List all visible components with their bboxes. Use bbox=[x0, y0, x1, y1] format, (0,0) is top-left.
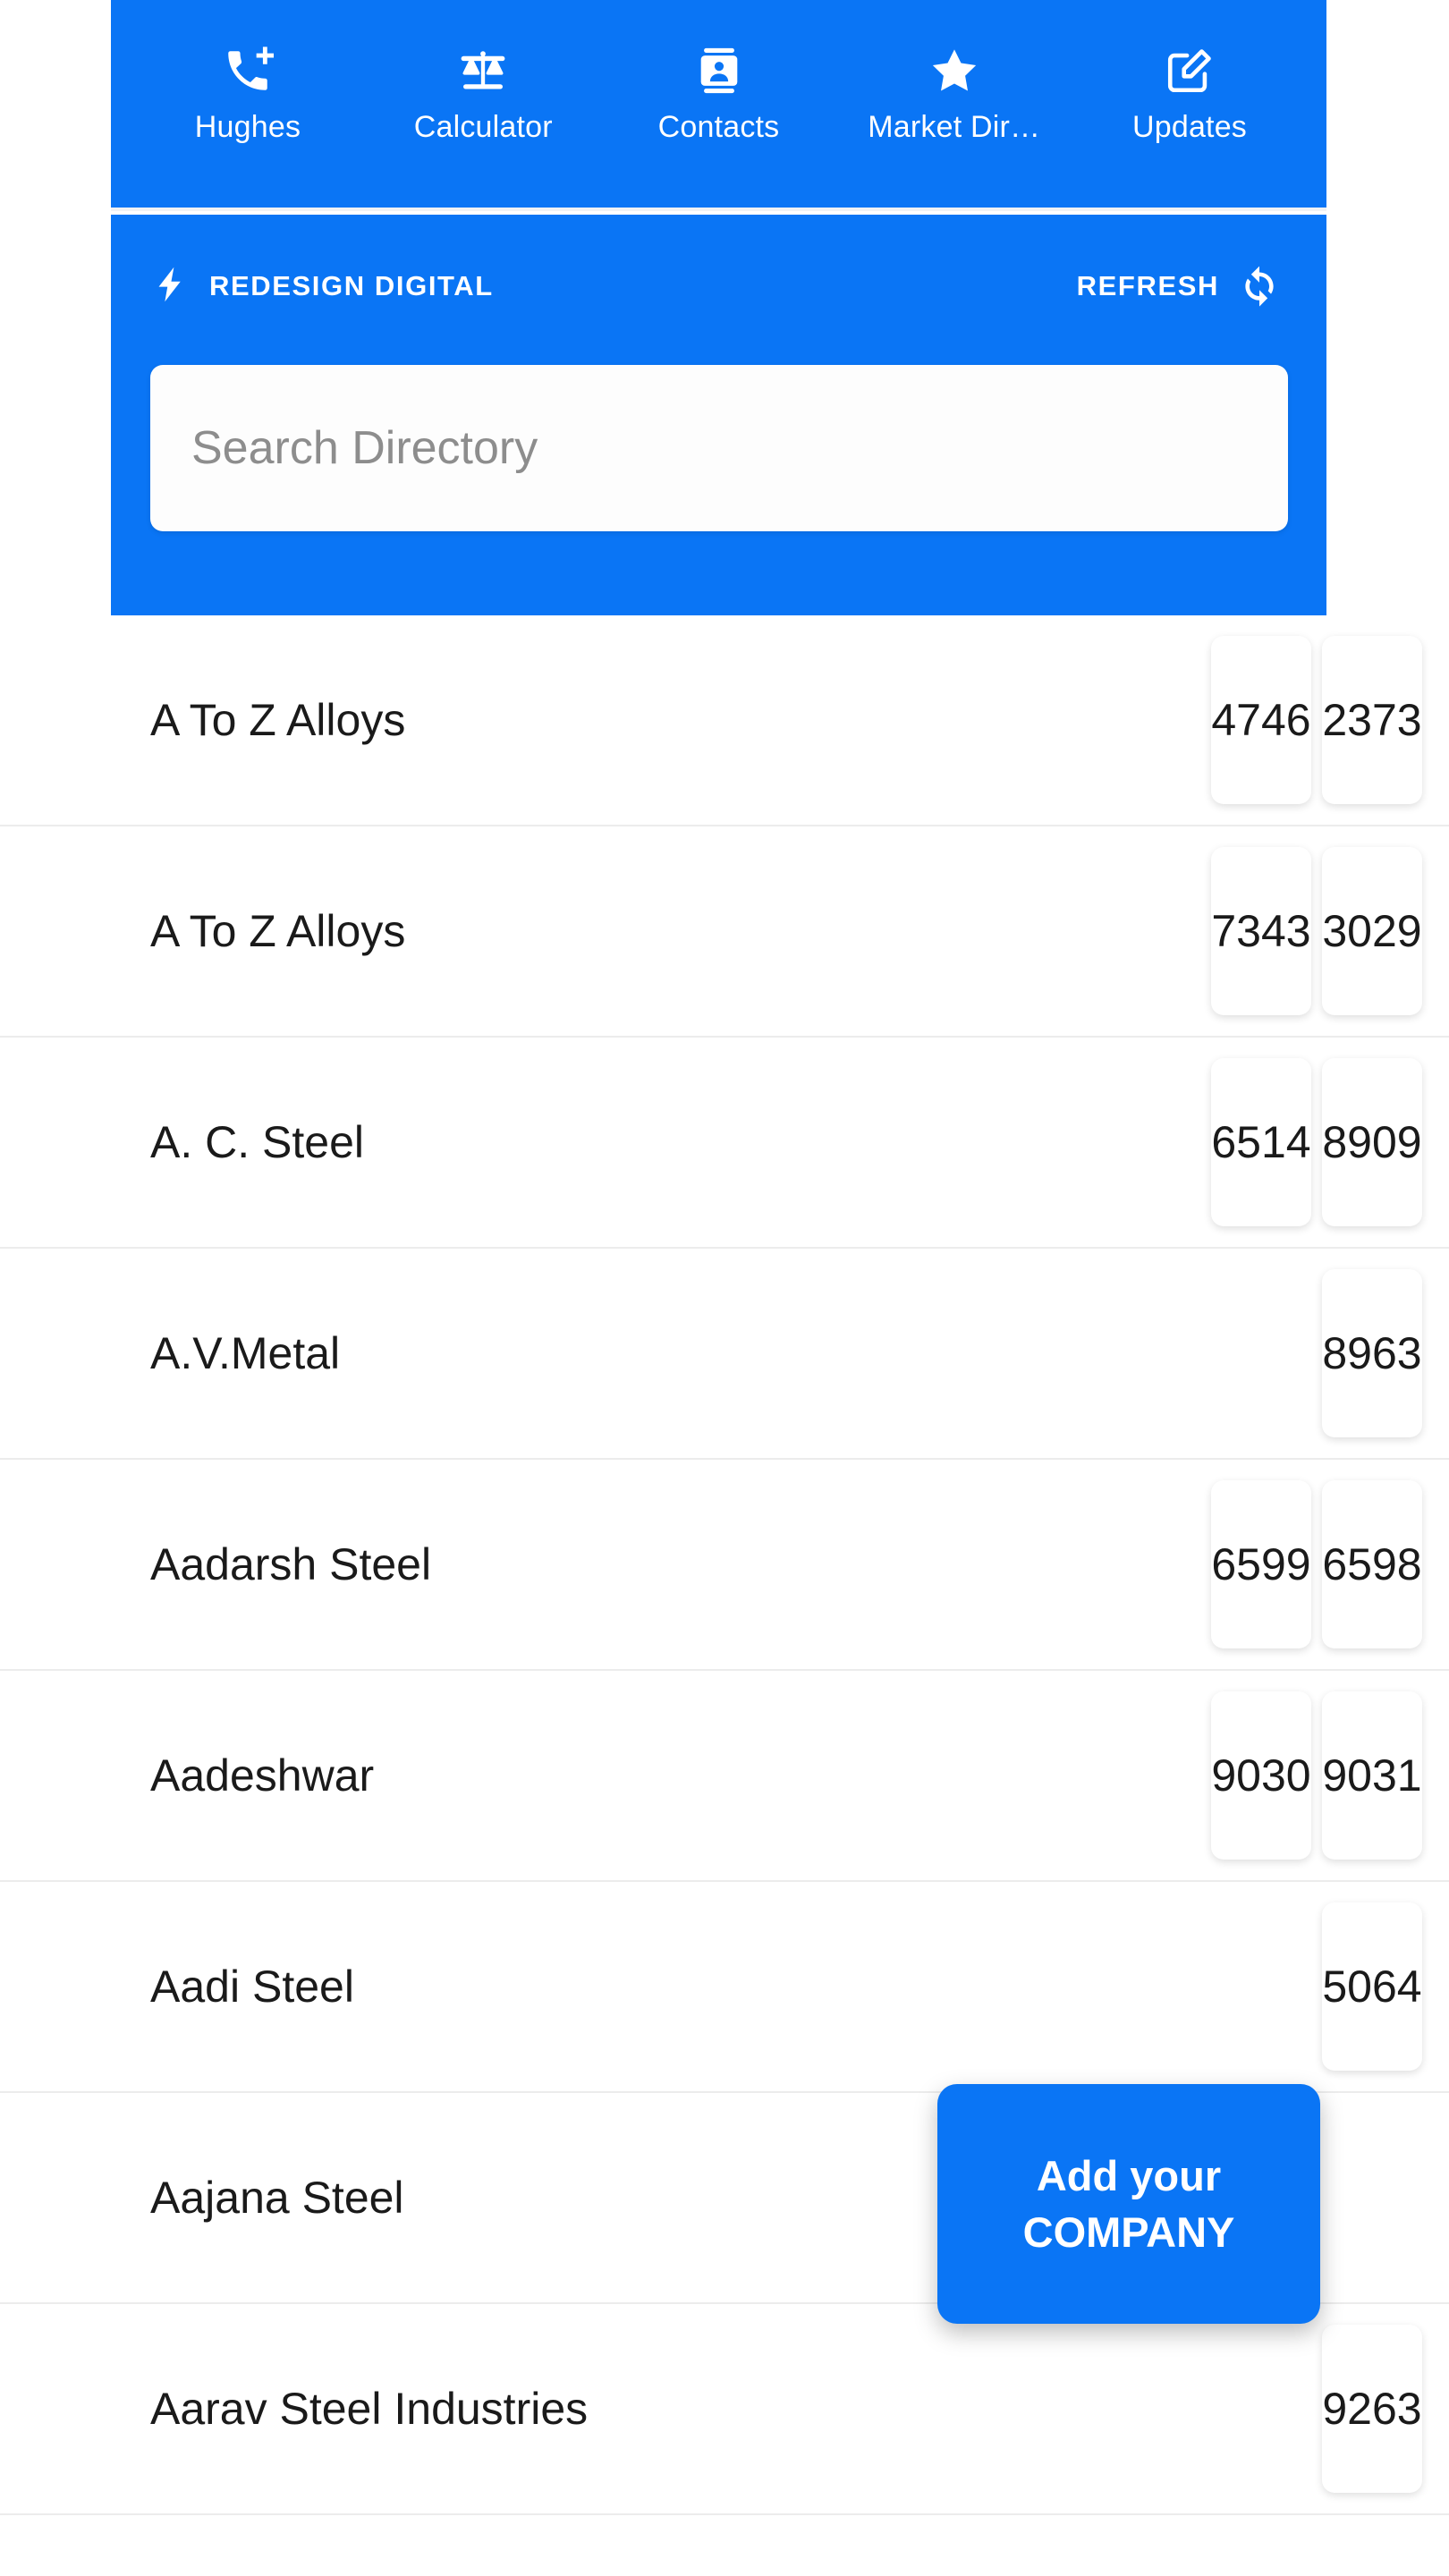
sync-refresh-icon bbox=[1237, 262, 1282, 311]
company-name: A. C. Steel bbox=[150, 1117, 364, 1167]
phone-chip[interactable]: 7343 bbox=[1211, 847, 1311, 1015]
nav-item-market-directory[interactable]: Market Dir… bbox=[837, 43, 1072, 144]
lightning-bolt-icon bbox=[150, 263, 190, 310]
phone-chip[interactable]: 6598 bbox=[1322, 1480, 1422, 1648]
refresh-label: REFRESH bbox=[1076, 270, 1219, 301]
chip-spacer bbox=[1211, 1269, 1311, 1437]
phone-chip[interactable]: 5064 bbox=[1322, 1902, 1422, 2071]
nav-item-hughes[interactable]: Hughes bbox=[131, 43, 365, 144]
phone-chip[interactable]: 9031 bbox=[1322, 1691, 1422, 1860]
add-company-line-1: Add your bbox=[1036, 2151, 1222, 2199]
phone-chip[interactable]: 3029 bbox=[1322, 847, 1422, 1015]
app-root: Hughes Calculator Contacts Market Dir… U… bbox=[0, 0, 1449, 2576]
phone-chip-group: 6514 8909 bbox=[1211, 1038, 1422, 1247]
search-field-wrapper bbox=[150, 365, 1288, 531]
company-name: Aadarsh Steel bbox=[150, 1539, 432, 1589]
scales-balance-icon bbox=[457, 43, 509, 98]
phone-chip[interactable]: 4746 bbox=[1211, 636, 1311, 804]
phone-add-icon bbox=[222, 43, 274, 98]
brand-name: REDESIGN DIGITAL bbox=[209, 270, 494, 301]
star-icon bbox=[928, 43, 980, 98]
nav-item-label: Hughes bbox=[194, 110, 301, 144]
directory-row[interactable]: A To Z Alloys 4746 2373 bbox=[0, 615, 1449, 826]
phone-chip-group: 4746 2373 bbox=[1211, 615, 1422, 825]
directory-row[interactable]: Aadi Steel 5064 bbox=[0, 1882, 1449, 2093]
directory-row[interactable]: A. C. Steel 6514 8909 bbox=[0, 1038, 1449, 1249]
company-name: Aarav Steel Industries bbox=[150, 2384, 589, 2434]
phone-chip-group: 7343 3029 bbox=[1211, 826, 1422, 1036]
company-name: A To Z Alloys bbox=[150, 695, 406, 745]
add-company-line-2: COMPANY bbox=[1022, 2208, 1235, 2256]
phone-chip[interactable]: 6514 bbox=[1211, 1058, 1311, 1226]
directory-row[interactable]: Aarav Steel Industries 9263 bbox=[0, 2304, 1449, 2515]
phone-chip[interactable]: 9030 bbox=[1211, 1691, 1311, 1860]
directory-row[interactable]: A.V.Metal 8963 bbox=[0, 1249, 1449, 1460]
brand-row: REDESIGN DIGITAL REFRESH bbox=[111, 215, 1326, 358]
add-your-company-button[interactable]: Add your COMPANY bbox=[937, 2084, 1320, 2324]
refresh-button[interactable]: REFRESH bbox=[1077, 262, 1282, 311]
phone-chip[interactable]: 2373 bbox=[1322, 636, 1422, 804]
phone-chip-group: 9030 9031 bbox=[1211, 1671, 1422, 1880]
phone-chip-group: 6599 6598 bbox=[1211, 1460, 1422, 1669]
directory-row[interactable]: Aadarsh Steel 6599 6598 bbox=[0, 1460, 1449, 1671]
app-header: REDESIGN DIGITAL REFRESH bbox=[111, 215, 1326, 615]
phone-chip-group: 5064 bbox=[1211, 1882, 1422, 2091]
nav-item-label: Calculator bbox=[413, 110, 553, 144]
brand-group: REDESIGN DIGITAL bbox=[150, 263, 494, 310]
nav-item-label: Market Dir… bbox=[868, 110, 1041, 144]
company-name: A To Z Alloys bbox=[150, 906, 406, 956]
company-name: A.V.Metal bbox=[150, 1328, 341, 1378]
phone-chip-group: 9263 bbox=[1211, 2304, 1422, 2513]
phone-chip[interactable]: 8963 bbox=[1322, 1269, 1422, 1437]
nav-item-contacts[interactable]: Contacts bbox=[602, 43, 836, 144]
chip-spacer bbox=[1211, 1902, 1311, 2071]
phone-chip[interactable]: 6599 bbox=[1211, 1480, 1311, 1648]
directory-row[interactable]: Aadeshwar 9030 9031 bbox=[0, 1671, 1449, 1882]
chip-spacer bbox=[1211, 2325, 1311, 2493]
nav-item-label: Contacts bbox=[657, 110, 780, 144]
edit-square-icon bbox=[1164, 43, 1216, 98]
company-name: Aadi Steel bbox=[150, 1962, 354, 2012]
search-input[interactable] bbox=[150, 365, 1288, 531]
nav-item-label: Updates bbox=[1131, 110, 1248, 144]
nav-item-updates[interactable]: Updates bbox=[1072, 43, 1307, 144]
nav-item-calculator[interactable]: Calculator bbox=[366, 43, 600, 144]
directory-row[interactable]: A To Z Alloys 7343 3029 bbox=[0, 826, 1449, 1038]
contact-card-icon bbox=[693, 43, 745, 98]
phone-chip-group: 8963 bbox=[1211, 1249, 1422, 1458]
phone-chip[interactable]: 9263 bbox=[1322, 2325, 1422, 2493]
company-name: Aadeshwar bbox=[150, 1750, 375, 1801]
phone-chip[interactable]: 8909 bbox=[1322, 1058, 1422, 1226]
top-navigation-bar: Hughes Calculator Contacts Market Dir… U… bbox=[111, 0, 1326, 211]
